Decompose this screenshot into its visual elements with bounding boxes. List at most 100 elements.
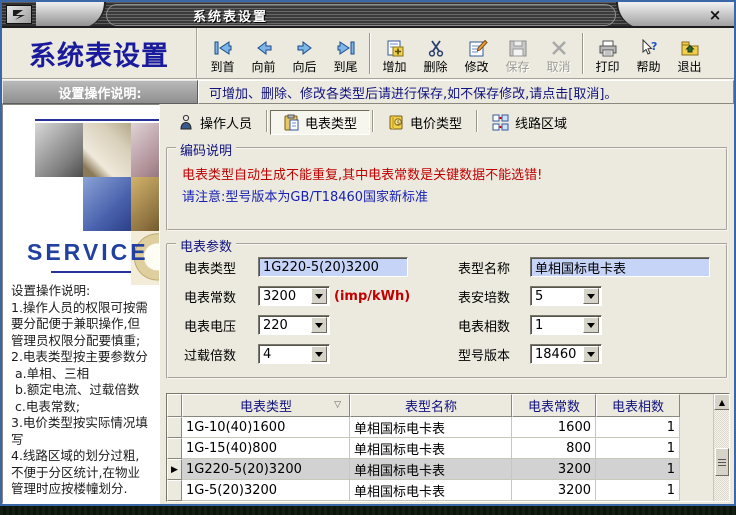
- go-last-button[interactable]: 到尾: [325, 30, 366, 77]
- cell-model-name[interactable]: 单相国标电卡表: [350, 417, 512, 438]
- modify-record-button[interactable]: 修改: [456, 30, 497, 77]
- toolbar-label: 增加: [382, 60, 406, 74]
- tab-operators[interactable]: 操作人员: [166, 110, 264, 135]
- operator-person-icon: [178, 114, 195, 131]
- chevron-down-icon[interactable]: [311, 288, 327, 304]
- tab-separator: [372, 110, 374, 132]
- column-header-meter-const[interactable]: 电表常数: [512, 394, 596, 417]
- phase-select[interactable]: 1: [530, 315, 602, 335]
- toolbar-label: 帮助: [636, 60, 660, 74]
- field-label: 表安培数: [458, 287, 530, 306]
- cell-meter-const[interactable]: 800: [512, 438, 596, 459]
- print-button[interactable]: 打印: [587, 30, 628, 77]
- cancel-x-icon: [548, 36, 570, 60]
- field-label: 表型名称: [458, 258, 530, 277]
- cell-meter-const[interactable]: 1600: [512, 417, 596, 438]
- column-header-model-name[interactable]: 表型名称: [350, 394, 512, 417]
- save-button: 保存: [497, 30, 538, 77]
- table-row[interactable]: 1G-15(40)800 单相国标电卡表 800 1: [167, 438, 713, 459]
- record-count-value: 8: [350, 501, 512, 502]
- cell-meter-type[interactable]: 1G-15(40)800: [182, 438, 350, 459]
- add-record-button[interactable]: 增加: [374, 30, 415, 77]
- meter-type-table: 电表类型▽ 表型名称 电表常数 电表相数 1G-10(40)1600 单相国标电…: [166, 393, 730, 502]
- record-count-label: 记录数: [182, 501, 350, 502]
- go-first-button[interactable]: 到首: [202, 30, 243, 77]
- cell-model-name[interactable]: 单相国标电卡表: [350, 438, 512, 459]
- model-version-select[interactable]: 18460: [530, 344, 602, 364]
- photo-pen: [83, 123, 131, 177]
- voltage-select[interactable]: 220: [258, 315, 330, 335]
- row-selector-gutter[interactable]: [167, 438, 182, 459]
- next-icon: [294, 36, 316, 60]
- go-next-button[interactable]: 向后: [284, 30, 325, 77]
- model-name-field[interactable]: 单相国标电卡表: [530, 257, 710, 277]
- chevron-down-icon[interactable]: [583, 288, 599, 304]
- table-header-row: 电表类型▽ 表型名称 电表常数 电表相数: [167, 394, 713, 417]
- subheader-row: 设置操作说明: 可增加、删除、修改各类型后请进行保存,如不保存修改,请点击[取消…: [2, 80, 734, 104]
- toolbar: 到首 向前 向后 到尾: [198, 28, 734, 78]
- row-selector-gutter[interactable]: [167, 480, 182, 501]
- table-row[interactable]: 1G-5(20)3200 单相国标电卡表 3200 1: [167, 480, 713, 501]
- cell-phase[interactable]: 1: [596, 480, 680, 501]
- footer-cell: [596, 501, 680, 502]
- cell-model-name[interactable]: 单相国标电卡表: [350, 480, 512, 501]
- overload-select[interactable]: 4: [258, 344, 330, 364]
- toolbar-label: 到首: [210, 60, 234, 74]
- title-bar[interactable]: 系统表设置 ×: [2, 2, 734, 28]
- sort-icon[interactable]: ▽: [334, 400, 341, 410]
- scroll-up-icon[interactable]: ▲: [714, 394, 730, 410]
- tab-label: 电价类型: [410, 113, 462, 132]
- meter-params-group: 电表参数 电表类型 1G220-5(20)3200 表型名称 单相国标电卡表 电…: [166, 243, 728, 379]
- thumb-grip: [718, 459, 726, 466]
- table-row[interactable]: 1G-10(40)1600 单相国标电卡表 1600 1: [167, 417, 713, 438]
- print-icon: [597, 36, 619, 60]
- app-logo-icon: [6, 5, 32, 24]
- close-button[interactable]: ×: [706, 7, 724, 23]
- desktop-background: 系统表设置 × 系统表设置 到首 向前: [0, 0, 736, 515]
- toolbar-label: 向前: [251, 60, 275, 74]
- column-header-meter-type[interactable]: 电表类型▽: [182, 394, 350, 417]
- cell-meter-const[interactable]: 3200: [512, 480, 596, 501]
- sidebar-header: 设置操作说明:: [2, 80, 198, 104]
- column-header-phase[interactable]: 电表相数: [596, 394, 680, 417]
- tab-line-regions[interactable]: 线路区域: [480, 110, 579, 135]
- meter-const-unit: (imp/kWh): [334, 289, 410, 304]
- delete-scissors-icon: [425, 36, 447, 60]
- toolbar-label: 打印: [595, 60, 619, 74]
- price-book-icon: $: [388, 114, 405, 131]
- cell-meter-type[interactable]: 1G-5(20)3200: [182, 480, 350, 501]
- chevron-down-icon[interactable]: [311, 317, 327, 333]
- meter-const-select[interactable]: 3200: [258, 286, 330, 306]
- cell-meter-type[interactable]: 1G-10(40)1600: [182, 417, 350, 438]
- scroll-track[interactable]: [714, 476, 729, 502]
- help-button[interactable]: ? 帮助: [628, 30, 669, 77]
- cell-phase[interactable]: 1: [596, 417, 680, 438]
- toolbar-label: 删除: [423, 60, 447, 74]
- cell-phase[interactable]: 1: [596, 459, 680, 480]
- row-selector-gutter[interactable]: [167, 417, 182, 438]
- cell-meter-type[interactable]: 1G220-5(20)3200: [182, 459, 350, 480]
- add-icon: [384, 36, 406, 60]
- delete-record-button[interactable]: 删除: [415, 30, 456, 77]
- svg-text:$: $: [396, 120, 400, 127]
- chevron-down-icon[interactable]: [583, 346, 599, 362]
- meter-type-field[interactable]: 1G220-5(20)3200: [258, 257, 408, 277]
- tab-price-types[interactable]: $ 电价类型: [376, 110, 474, 135]
- go-prev-button[interactable]: 向前: [243, 30, 284, 77]
- cell-phase[interactable]: 1: [596, 438, 680, 459]
- encoding-notes-group: 编码说明 电表类型自动生成不能重复,其中电表常数是关键数据不能选错! 请注意:型…: [166, 147, 728, 231]
- chevron-down-icon[interactable]: [311, 346, 327, 362]
- table-row-selected[interactable]: ▶ 1G220-5(20)3200 单相国标电卡表 3200 1: [167, 459, 713, 480]
- exit-button[interactable]: 退出: [669, 30, 710, 77]
- vertical-scrollbar[interactable]: ▲ ▼: [713, 394, 729, 502]
- vertical-scroll-thumb[interactable]: [715, 448, 729, 476]
- cell-meter-const[interactable]: 3200: [512, 459, 596, 480]
- chevron-down-icon[interactable]: [583, 317, 599, 333]
- ampere-select[interactable]: 5: [530, 286, 602, 306]
- current-row-marker[interactable]: ▶: [167, 459, 182, 480]
- page-title: 系统表设置: [29, 34, 169, 73]
- cell-model-name[interactable]: 单相国标电卡表: [350, 459, 512, 480]
- tab-meter-types[interactable]: 电表类型: [270, 110, 370, 135]
- window-title: 系统表设置: [106, 4, 616, 26]
- toolbar-separator: [582, 33, 584, 74]
